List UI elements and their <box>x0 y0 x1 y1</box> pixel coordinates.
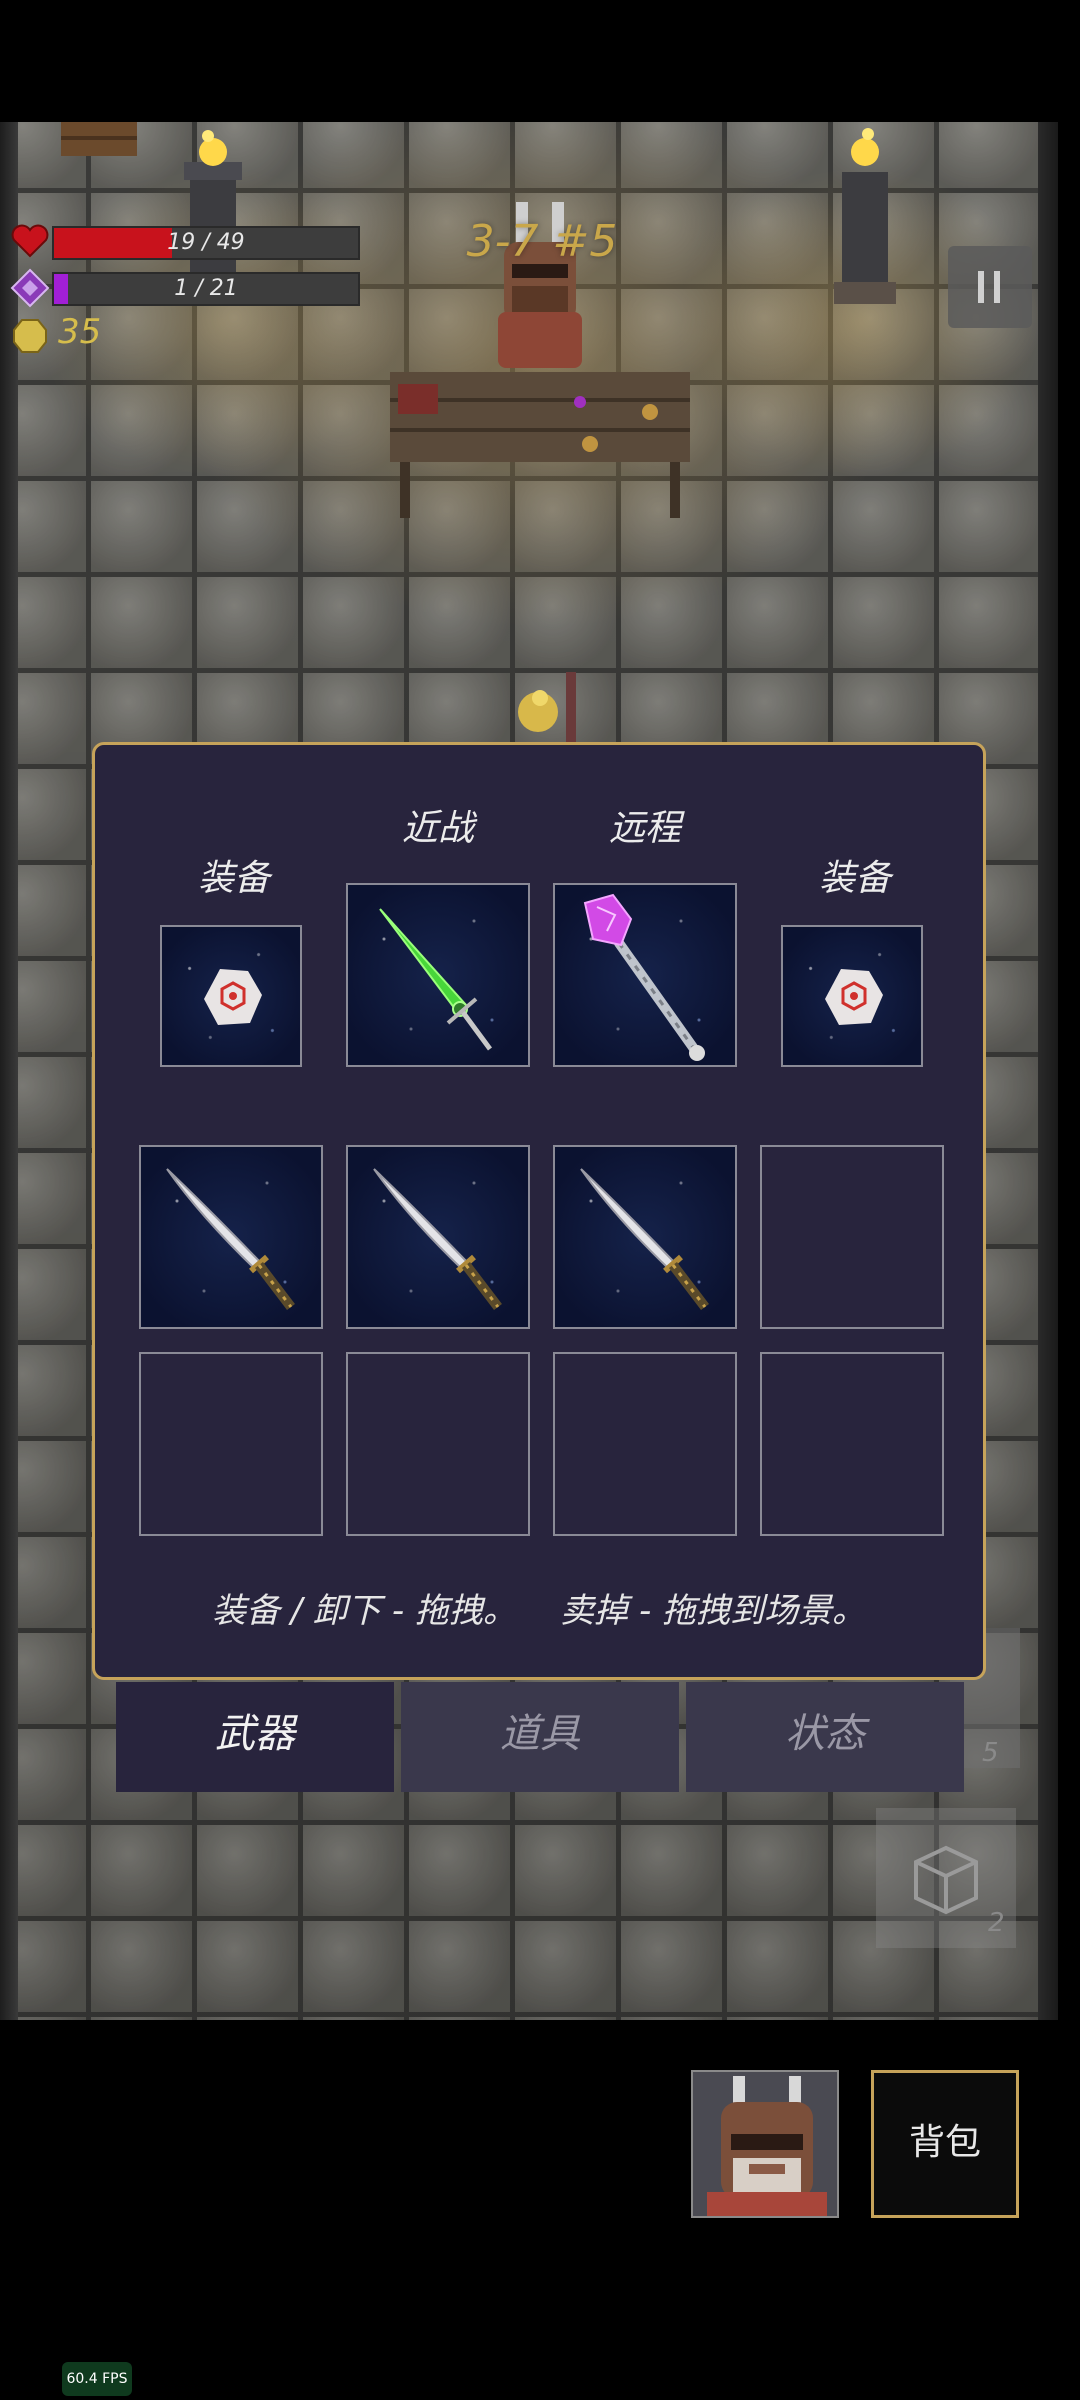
katana-icon <box>373 1168 502 1311</box>
torch-pillar-right <box>834 128 896 304</box>
drag-hint: 装备 / 卸下 - 拖拽。 卖掉 - 拖拽到场景。 <box>211 1591 867 1631</box>
crystal-staff-icon <box>583 893 705 1061</box>
katana-icon <box>166 1168 295 1311</box>
tab-status[interactable]: 状态 <box>686 1682 964 1792</box>
accessory-slot-right[interactable] <box>781 925 923 1067</box>
ranged-label: 远程 <box>608 808 681 849</box>
bag-slot-5[interactable] <box>139 1352 323 1536</box>
katana-icon <box>580 1168 709 1311</box>
tab-items[interactable]: 道具 <box>401 1682 679 1792</box>
bag-slot-8[interactable] <box>760 1352 944 1536</box>
melee-label: 近战 <box>401 808 474 849</box>
inventory-panel: 近战 远程 装备 装备 装备 / 卸下 - 拖拽。 卖掉 - 拖拽到场景。 <box>92 742 986 1680</box>
side-counter-top: 5 <box>982 1738 999 1768</box>
bag-slot-1[interactable] <box>139 1145 323 1329</box>
mana-bar: 1 / 21 <box>52 272 360 306</box>
accessory-slot-left[interactable] <box>160 925 302 1067</box>
bag-slot-2[interactable] <box>346 1145 530 1329</box>
equip-left-label: 装备 <box>197 858 270 899</box>
tab-weapons[interactable]: 武器 <box>116 1682 394 1792</box>
diamond-icon <box>10 268 50 308</box>
green-sword-icon <box>379 908 493 1051</box>
hp-text: 19 / 49 <box>167 230 245 255</box>
crate <box>61 122 137 156</box>
bag-slot-3[interactable] <box>553 1145 737 1329</box>
coin-count: 35 <box>58 312 102 352</box>
equip-right-label: 装备 <box>818 858 891 899</box>
bag-slot-7[interactable] <box>553 1352 737 1536</box>
melee-weapon-slot[interactable] <box>346 883 530 1067</box>
pause-icon-bar <box>994 271 1000 303</box>
mana-text: 1 / 21 <box>174 276 238 301</box>
shop-table[interactable] <box>380 372 700 522</box>
dice-icon <box>914 1845 978 1915</box>
pause-icon <box>978 271 984 303</box>
right-wall <box>1038 122 1058 2020</box>
gear-shard-icon <box>825 969 883 1025</box>
bag-slot-4[interactable] <box>760 1145 944 1329</box>
ranged-weapon-slot[interactable] <box>553 883 737 1067</box>
hp-bar: 19 / 49 <box>52 226 360 260</box>
character-portrait[interactable] <box>691 2070 839 2218</box>
backpack-button[interactable]: 背包 <box>871 2070 1019 2218</box>
heart-icon <box>11 224 49 258</box>
left-wall <box>0 122 18 2020</box>
gear-shard-icon <box>204 969 262 1025</box>
character-portrait-icon <box>693 2072 837 2216</box>
side-counter-bottom: 2 <box>988 1908 1005 1938</box>
fps-counter: 60.4 FPS <box>62 2362 132 2396</box>
coin-icon <box>13 319 47 353</box>
pause-button[interactable] <box>948 246 1032 328</box>
dice-slot[interactable]: 2 <box>876 1808 1016 1948</box>
stage-label: 3-7 #5 <box>466 216 618 267</box>
bag-slot-6[interactable] <box>346 1352 530 1536</box>
